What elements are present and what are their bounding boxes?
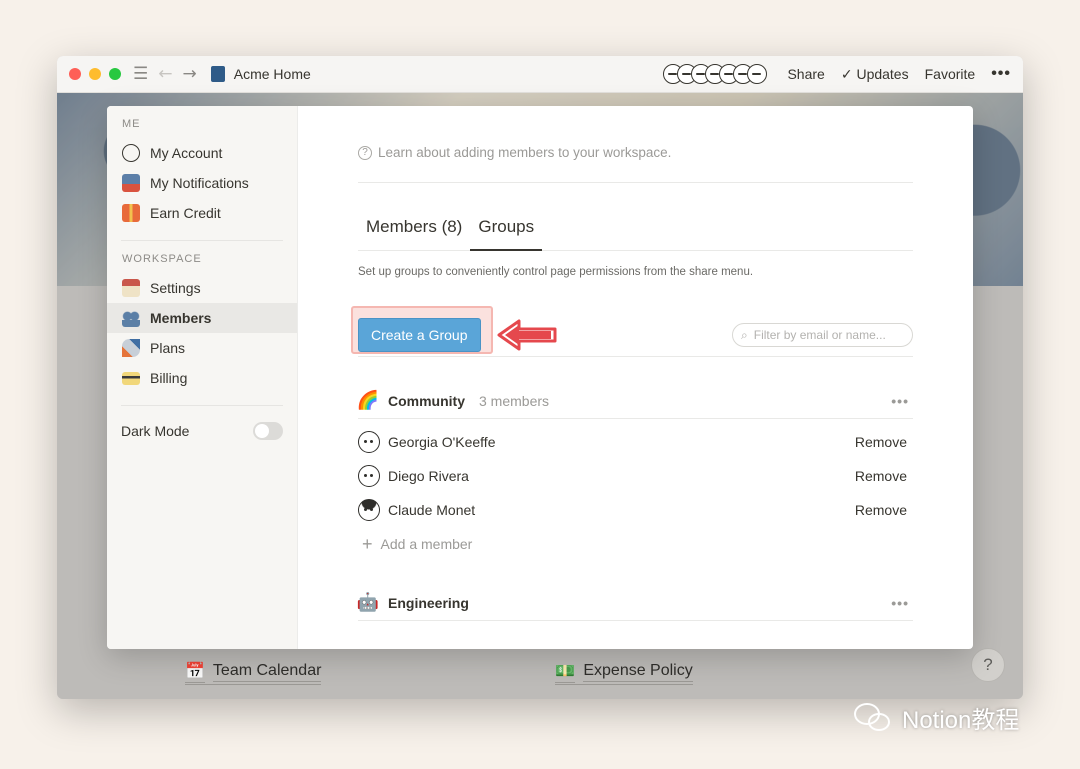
page-link-team-calendar[interactable]: 📅 Team Calendar bbox=[185, 661, 322, 685]
sidebar-item-label: Members bbox=[150, 310, 212, 326]
sidebar-divider bbox=[121, 240, 283, 241]
forward-arrow-icon[interactable]: → bbox=[183, 64, 197, 84]
updates-button[interactable]: ✓ Updates bbox=[841, 66, 909, 83]
collaborator-avatars[interactable] bbox=[663, 64, 768, 84]
sidebar-item-earn-credit[interactable]: Earn Credit bbox=[107, 198, 297, 228]
member-name: Diego Rivera bbox=[388, 468, 469, 484]
divider bbox=[358, 182, 913, 183]
page-link-expense-policy[interactable]: 💵 Expense Policy bbox=[555, 661, 693, 685]
add-member-label: Add a member bbox=[380, 536, 473, 552]
sidebar-item-label: My Account bbox=[150, 145, 223, 161]
create-group-button[interactable]: Create a Group bbox=[358, 318, 481, 352]
watermark: Notion教程 bbox=[854, 700, 1019, 735]
wechat-logo-icon bbox=[854, 701, 894, 735]
question-icon: ? bbox=[358, 145, 372, 160]
toolbar-actions: Share ✓ Updates Favorite ••• bbox=[663, 64, 1011, 84]
sidebar-item-members[interactable]: Members bbox=[107, 303, 297, 333]
sidebar-item-settings[interactable]: Settings bbox=[107, 273, 297, 303]
group-member-count: 3 members bbox=[479, 392, 550, 409]
watermark-text: Notion教程 bbox=[902, 707, 1020, 734]
avatar bbox=[358, 465, 380, 487]
people-icon bbox=[122, 309, 140, 327]
remove-member-button[interactable]: Remove bbox=[855, 434, 913, 450]
remove-member-button[interactable]: Remove bbox=[855, 502, 913, 518]
share-button[interactable]: Share bbox=[787, 66, 824, 82]
member-row: Georgia O'Keeffe Remove bbox=[358, 425, 913, 459]
calendar-icon: 📅 bbox=[185, 661, 205, 683]
updates-label: Updates bbox=[856, 65, 909, 82]
book-icon bbox=[210, 66, 225, 82]
sidebar-item-label: Plans bbox=[150, 340, 186, 356]
sidebar-item-my-notifications[interactable]: My Notifications bbox=[107, 168, 297, 198]
dark-mode-row: Dark Mode bbox=[107, 418, 297, 444]
title-bar: ☰ ← → Acme Home Share ✓ Updates Favorite… bbox=[57, 56, 1023, 93]
search-icon: ⌕ bbox=[741, 327, 748, 342]
favorite-button[interactable]: Favorite bbox=[925, 66, 976, 82]
avatar bbox=[747, 64, 768, 84]
sidebar-item-label: Settings bbox=[150, 280, 201, 296]
tab-groups[interactable]: Groups bbox=[470, 205, 542, 251]
learn-more-label: Learn about adding members to your works… bbox=[378, 145, 672, 160]
group-name[interactable]: Engineering bbox=[388, 595, 469, 611]
sidebar-divider bbox=[121, 405, 283, 406]
sidebar-item-billing[interactable]: Billing bbox=[107, 363, 297, 393]
members-panel: ? Learn about adding members to your wor… bbox=[298, 106, 973, 649]
sidebar-item-label: Billing bbox=[150, 370, 188, 386]
add-member-button[interactable]: + Add a member bbox=[358, 527, 913, 561]
sidebar-item-plans[interactable]: Plans bbox=[107, 333, 297, 363]
member-name: Claude Monet bbox=[388, 502, 476, 518]
groups-description: Set up groups to conveniently control pa… bbox=[358, 266, 754, 278]
groups-action-row: Create a Group ⌕ Filter by email or name… bbox=[351, 306, 913, 358]
member-name: Georgia O'Keeffe bbox=[388, 434, 496, 450]
avatar bbox=[358, 499, 380, 521]
group-more-options-icon[interactable]: ••• bbox=[891, 393, 913, 409]
member-row: Diego Rivera Remove bbox=[358, 459, 913, 493]
money-icon: 💵 bbox=[555, 661, 576, 683]
rainbow-icon: 🌈 bbox=[356, 390, 380, 410]
more-options-icon[interactable]: ••• bbox=[991, 65, 1011, 83]
minimize-window-button[interactable] bbox=[89, 68, 101, 80]
group-header-engineering: 🤖 Engineering ••• bbox=[356, 591, 913, 621]
gift-icon bbox=[122, 204, 140, 222]
close-window-button[interactable] bbox=[69, 68, 81, 80]
checkmark-icon: ✓ bbox=[840, 65, 857, 82]
avatar-icon bbox=[122, 144, 140, 162]
tab-members[interactable]: Members (8) bbox=[358, 205, 470, 250]
dark-mode-toggle[interactable] bbox=[253, 422, 283, 440]
robot-icon: 🤖 bbox=[356, 592, 380, 612]
dark-mode-label: Dark Mode bbox=[121, 423, 190, 439]
tab-bar: Members (8) Groups bbox=[358, 205, 913, 251]
avatar bbox=[358, 431, 380, 453]
filter-placeholder: Filter by email or name... bbox=[753, 328, 886, 342]
pointer-arrow-icon bbox=[497, 319, 556, 351]
mailbox-icon bbox=[122, 174, 140, 192]
remove-member-button[interactable]: Remove bbox=[855, 468, 913, 484]
sidebar-item-my-account[interactable]: My Account bbox=[107, 138, 297, 168]
member-filter-input[interactable]: ⌕ Filter by email or name... bbox=[732, 323, 913, 347]
settings-modal: ME My Account My Notifications Earn Cred… bbox=[107, 106, 973, 649]
learn-more-link[interactable]: ? Learn about adding members to your wor… bbox=[358, 145, 913, 160]
member-row: Claude Monet Remove bbox=[358, 493, 913, 527]
sidebar-section-workspace: WORKSPACE bbox=[122, 253, 202, 265]
plus-icon: + bbox=[362, 533, 373, 554]
sidebar-item-label: Earn Credit bbox=[150, 205, 221, 221]
sidebar-item-label: My Notifications bbox=[150, 175, 249, 191]
page-link-label: Expense Policy bbox=[583, 662, 693, 682]
page-links: 📅 Team Calendar 💵 Expense Policy bbox=[185, 661, 693, 685]
maximize-window-button[interactable] bbox=[109, 68, 121, 80]
back-arrow-icon[interactable]: ← bbox=[158, 64, 172, 84]
settings-sidebar: ME My Account My Notifications Earn Cred… bbox=[107, 106, 298, 649]
credit-card-icon bbox=[122, 371, 140, 385]
rocket-icon bbox=[122, 339, 140, 357]
page-link-label: Team Calendar bbox=[212, 662, 322, 682]
page-title[interactable]: Acme Home bbox=[234, 66, 311, 82]
group-more-options-icon[interactable]: ••• bbox=[891, 595, 913, 611]
group-header-community: 🌈 Community 3 members ••• bbox=[356, 389, 913, 419]
sidebar-section-me: ME bbox=[122, 118, 141, 130]
window-controls bbox=[69, 68, 121, 80]
help-button[interactable]: ? bbox=[971, 648, 1005, 682]
group-name[interactable]: Community bbox=[388, 393, 465, 409]
house-icon bbox=[122, 279, 140, 297]
menu-icon[interactable]: ☰ bbox=[133, 64, 148, 84]
